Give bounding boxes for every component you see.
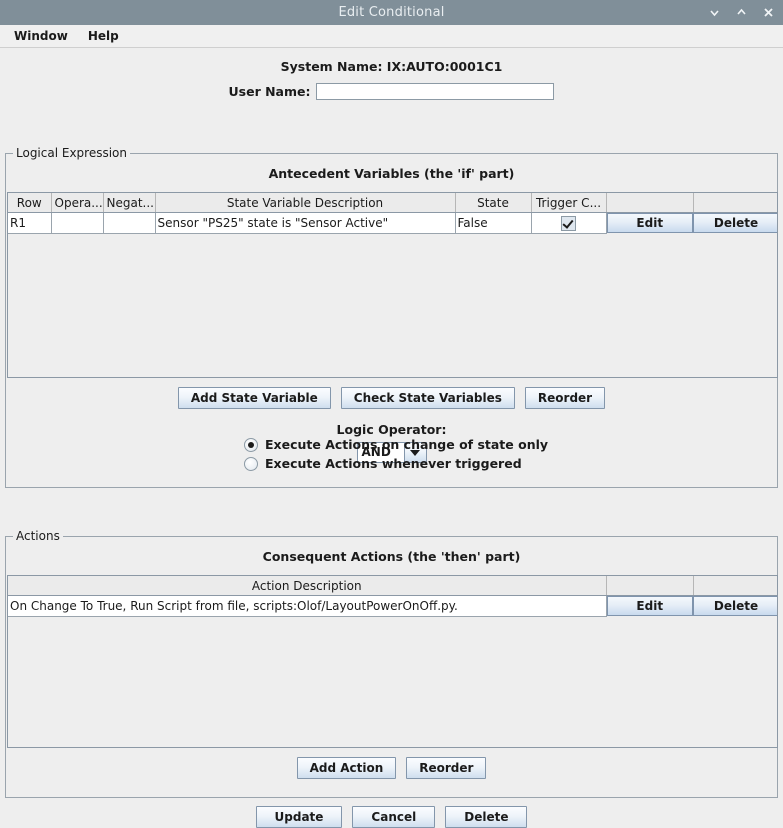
cell-row[interactable]: R1 [8,212,52,234]
reorder-actions-button[interactable]: Reorder [406,757,487,779]
menubar: Window Help [0,25,783,48]
actions-group-title: Actions [13,529,63,543]
column-header-state[interactable]: State [455,193,532,213]
dialog-content: System Name: IX:AUTO:0001C1 User Name: L… [0,48,783,828]
user-name-input[interactable] [316,83,555,100]
column-header-row[interactable]: Row [8,193,52,213]
cell-edit: Edit [606,213,693,234]
column-header-edit[interactable] [606,193,694,213]
column-header-trigger-calculation[interactable]: Trigger C... [531,193,607,213]
column-header-action-edit[interactable] [606,576,694,596]
cell-operator[interactable] [51,212,104,234]
action-delete-button[interactable]: Delete [693,596,777,617]
radio-label-execute-on-change-of-state: Execute Actions on change of state only [265,437,549,452]
window-controls [708,0,775,25]
window-titlebar: Edit Conditional [0,0,783,25]
table-row[interactable]: R1 Sensor "PS25" state is "Sensor Active… [8,212,777,234]
actions-header-row: Action Description [8,576,777,596]
system-name-label: System Name: IX:AUTO:0001C1 [280,59,503,74]
dialog-footer-buttons: Update Cancel Delete [0,806,783,828]
execution-mode-radio-group: Execute Actions on change of state only … [0,437,783,475]
actions-buttons: Add Action Reorder [6,757,777,779]
user-name-row: User Name: [0,83,783,100]
actions-table: Action Description On Change To True, Ru… [7,575,778,748]
cell-delete: Delete [693,213,777,234]
column-header-action-delete[interactable] [693,576,777,596]
column-header-action-description[interactable]: Action Description [8,576,607,596]
maximize-button[interactable] [735,6,748,19]
minimize-button[interactable] [708,6,721,19]
cancel-button[interactable]: Cancel [352,806,436,828]
menu-item-help[interactable]: Help [80,27,127,45]
delete-button[interactable]: Delete [693,213,777,234]
antecedent-buttons: Add State Variable Check State Variables… [6,387,777,409]
cell-action-description[interactable]: On Change To True, Run Script from file,… [8,595,607,617]
antecedent-table: Row Opera... Negat... State Variable Des… [7,192,778,378]
user-name-label: User Name: [228,84,311,99]
action-edit-button[interactable]: Edit [606,596,693,617]
cell-negated[interactable] [103,212,156,234]
column-header-negated[interactable]: Negat... [103,193,156,213]
cell-action-delete: Delete [693,596,777,617]
logical-expression-group-title: Logical Expression [13,146,131,160]
radio-execute-on-change-of-state[interactable] [244,437,258,452]
radio-label-execute-whenever-triggered: Execute Actions whenever triggered [265,456,522,471]
consequent-caption: Consequent Actions (the 'then' part) [262,549,521,564]
cell-state[interactable]: False [455,212,532,234]
reorder-state-variables-button[interactable]: Reorder [524,387,606,409]
antecedent-header-row: Row Opera... Negat... State Variable Des… [8,193,777,213]
logic-operator-label: Logic Operator: [336,422,447,437]
actions-group: Actions Consequent Actions (the 'then' p… [5,529,778,798]
column-header-state-variable-description[interactable]: State Variable Description [155,193,456,213]
antecedent-caption: Antecedent Variables (the 'if' part) [268,166,515,181]
column-header-delete[interactable] [693,193,777,213]
close-button[interactable] [762,6,775,19]
footer-delete-button[interactable]: Delete [445,806,528,828]
radio-line-whenever-triggered[interactable]: Execute Actions whenever triggered [0,456,783,471]
cell-state-variable-description[interactable]: Sensor "PS25" state is "Sensor Active" [155,212,456,234]
menu-item-window[interactable]: Window [6,27,76,45]
update-button[interactable]: Update [255,806,343,828]
column-header-operator[interactable]: Opera... [51,193,104,213]
radio-execute-whenever-triggered[interactable] [244,456,258,471]
cell-trigger-calculation[interactable] [531,212,607,234]
cell-action-edit: Edit [606,596,693,617]
window-title: Edit Conditional [338,5,445,20]
trigger-checkbox[interactable] [561,215,576,231]
check-state-variables-button[interactable]: Check State Variables [340,387,515,409]
add-action-button[interactable]: Add Action [296,757,397,779]
add-state-variable-button[interactable]: Add State Variable [177,387,331,409]
radio-line-change-of-state[interactable]: Execute Actions on change of state only [0,437,783,452]
table-row[interactable]: On Change To True, Run Script from file,… [8,595,777,617]
edit-button[interactable]: Edit [606,213,693,234]
